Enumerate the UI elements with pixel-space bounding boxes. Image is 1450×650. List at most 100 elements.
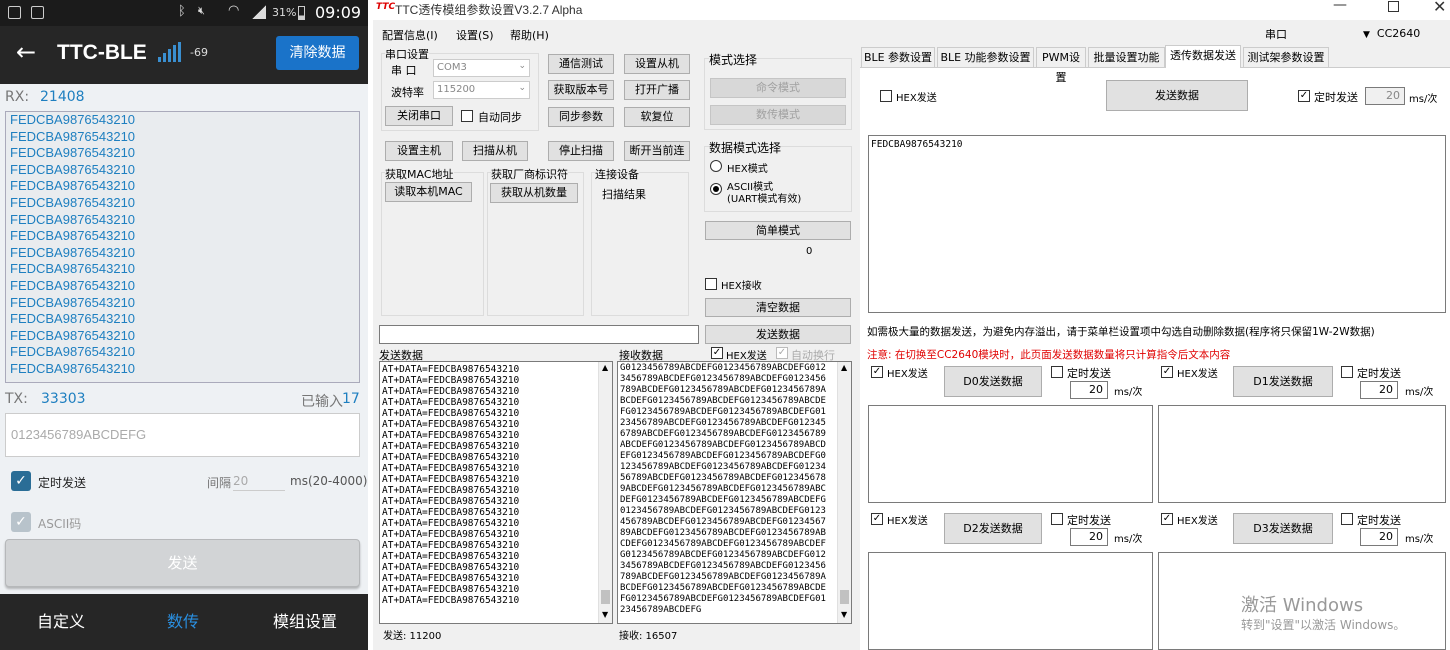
- send-log-line: AT+DATA=FEDCBA9876543210: [382, 375, 520, 386]
- d1-unit-label: ms/次: [1405, 387, 1434, 398]
- timed-send-checkbox[interactable]: ✓: [11, 471, 31, 491]
- ascii-mode-radio[interactable]: [710, 183, 722, 195]
- clear-data-button[interactable]: 清除数据: [276, 36, 359, 70]
- menu-help[interactable]: 帮助(H): [510, 27, 549, 43]
- minimize-icon[interactable]: —: [1333, 0, 1347, 13]
- tab-transparent-send[interactable]: 透传数据发送: [1165, 45, 1241, 68]
- set-master-button[interactable]: 设置主机: [385, 141, 453, 161]
- scroll-down-icon[interactable]: ▼: [602, 610, 608, 619]
- d0-data-box[interactable]: [868, 405, 1153, 503]
- rssi-value: -69: [190, 46, 208, 59]
- simple-mode-button[interactable]: 简单模式: [705, 221, 851, 240]
- baud-select[interactable]: 115200 ⌄: [433, 81, 530, 99]
- auto-wrap-checkbox[interactable]: ✓: [776, 347, 788, 359]
- d3-hex-checkbox[interactable]: ✓: [1161, 513, 1173, 525]
- d0-timed-checkbox[interactable]: [1051, 366, 1063, 378]
- d2-interval-input[interactable]: 20: [1070, 528, 1108, 546]
- tp-content-box[interactable]: FEDCBA9876543210: [868, 135, 1446, 313]
- d2-hex-checkbox[interactable]: ✓: [871, 513, 883, 525]
- command-mode-button[interactable]: 命令模式: [710, 78, 846, 98]
- tab-test-rig[interactable]: 测试架参数设置: [1243, 47, 1329, 67]
- read-mac-button[interactable]: 读取本机MAC: [385, 182, 472, 202]
- comm-test-button[interactable]: 通信测试: [548, 54, 614, 74]
- soft-reset-button[interactable]: 软复位: [624, 107, 690, 127]
- tab-ble-func-params[interactable]: BLE 功能参数设置: [937, 47, 1034, 67]
- maximize-icon[interactable]: [1388, 1, 1399, 12]
- app-logo-icon: TTC: [376, 2, 396, 12]
- d2-data-box[interactable]: [868, 552, 1153, 650]
- get-slave-count-button[interactable]: 获取从机数量: [490, 183, 578, 203]
- recv-hex-checkbox[interactable]: ✓: [711, 347, 723, 359]
- stop-scan-button[interactable]: 停止扫描: [548, 141, 614, 161]
- nav-data[interactable]: 数传: [122, 594, 244, 650]
- d1-timed-checkbox[interactable]: [1341, 366, 1353, 378]
- d0-interval-input[interactable]: 20: [1070, 381, 1108, 399]
- ascii-checkbox[interactable]: ✓: [11, 512, 31, 532]
- send-log-line: AT+DATA=FEDCBA9876543210: [382, 485, 520, 496]
- set-slave-button[interactable]: 设置从机: [624, 54, 690, 74]
- rx-data-area[interactable]: FEDCBA9876543210 FEDCBA9876543210 FEDCBA98…: [5, 111, 360, 383]
- recv-log-scrollbar[interactable]: ▲ ▼: [837, 362, 851, 623]
- send-log[interactable]: AT+DATA=FEDCBA9876543210 AT+DATA=FEDCBA98…: [379, 361, 613, 624]
- send-log-scrollbar[interactable]: ▲ ▼: [598, 362, 612, 623]
- scan-slave-button[interactable]: 扫描从机: [462, 141, 528, 161]
- recv-log-content: G0123456789ABCDEFG0123456789ABCDEFG012 34…: [618, 362, 851, 616]
- tab-ble-params[interactable]: BLE 参数设置: [861, 47, 935, 67]
- recv-log-line: EFG0123456789ABCDEFG0123456789ABCDEFG0: [620, 451, 826, 461]
- tab-batch[interactable]: 批量设置功能: [1088, 47, 1165, 67]
- recv-log-line: 0123456789ABCDEFG0123456789ABCDEFG0123: [620, 506, 826, 516]
- scroll-up-icon[interactable]: ▲: [841, 363, 847, 372]
- d1-send-button[interactable]: D1发送数据: [1233, 366, 1333, 397]
- close-icon[interactable]: ✕: [1433, 0, 1446, 16]
- tp-hex-checkbox[interactable]: [880, 90, 892, 102]
- recv-hex-label: HEX发送: [726, 351, 767, 362]
- open-broadcast-button[interactable]: 打开广播: [624, 80, 690, 100]
- close-port-button[interactable]: 关闭串口: [385, 106, 453, 126]
- nav-module-settings[interactable]: 模组设置: [244, 594, 366, 650]
- d0-hex-checkbox[interactable]: ✓: [871, 366, 883, 378]
- sync-params-button[interactable]: 同步参数: [548, 107, 614, 127]
- d2-timed-checkbox[interactable]: [1051, 513, 1063, 525]
- port-select[interactable]: COM3 ⌄: [433, 59, 530, 77]
- send-button[interactable]: 发送: [5, 539, 360, 587]
- autosync-checkbox[interactable]: [461, 110, 473, 122]
- sent-count: 发送: 11200: [383, 631, 442, 642]
- recv-log-line: DEFG0123456789ABCDEFG0123456789ABCDEFG: [620, 495, 826, 505]
- interval-input[interactable]: 20: [233, 474, 285, 491]
- d2-send-button[interactable]: D2发送数据: [944, 513, 1042, 544]
- tp-timed-label: 定时发送: [1314, 91, 1358, 104]
- tab-pwm[interactable]: PWM设置: [1036, 47, 1086, 84]
- d3-timed-checkbox[interactable]: [1341, 513, 1353, 525]
- hex-receive-checkbox[interactable]: [705, 278, 717, 290]
- bottom-nav: 自定义 数传 模组设置: [0, 594, 368, 650]
- tx-input[interactable]: 0123456789ABCDEFG: [5, 413, 360, 457]
- hex-mode-radio[interactable]: [710, 160, 722, 172]
- disconnect-button[interactable]: 断开当前连: [624, 141, 690, 161]
- tp-send-button[interactable]: 发送数据: [1106, 80, 1248, 111]
- tp-timed-checkbox[interactable]: ✓: [1298, 90, 1310, 102]
- send-log-line: AT+DATA=FEDCBA9876543210: [382, 364, 520, 375]
- d1-interval-input[interactable]: 20: [1360, 381, 1398, 399]
- scroll-up-icon[interactable]: ▲: [602, 363, 608, 372]
- chevron-down-icon: ⌄: [518, 83, 526, 93]
- data-mode-button[interactable]: 数传模式: [710, 105, 846, 125]
- d3-send-button[interactable]: D3发送数据: [1233, 513, 1333, 544]
- nav-custom[interactable]: 自定义: [0, 594, 122, 650]
- recv-log-line: G0123456789ABCDEFG0123456789ABCDEFG012: [620, 550, 826, 560]
- d1-hex-checkbox[interactable]: ✓: [1161, 366, 1173, 378]
- d3-interval-input[interactable]: 20: [1360, 528, 1398, 546]
- menu-config[interactable]: 配置信息(I): [382, 27, 438, 43]
- tp-interval-input[interactable]: 20: [1365, 87, 1405, 105]
- back-arrow-icon[interactable]: ←: [16, 38, 36, 66]
- device-select[interactable]: ▼ CC2640: [1363, 24, 1450, 44]
- menu-settings[interactable]: 设置(S): [456, 27, 494, 43]
- recv-log[interactable]: G0123456789ABCDEFG0123456789ABCDEFG012 34…: [617, 361, 852, 624]
- get-version-button[interactable]: 获取版本号: [548, 80, 614, 100]
- scroll-down-icon[interactable]: ▼: [841, 610, 847, 619]
- d1-data-box[interactable]: [1158, 405, 1446, 503]
- activation-watermark-sub: 转到"设置"以激活 Windows。: [1241, 618, 1406, 632]
- send-data-button[interactable]: 发送数据: [705, 325, 851, 344]
- send-input[interactable]: [379, 325, 699, 344]
- clear-data-button[interactable]: 清空数据: [705, 298, 851, 317]
- d0-send-button[interactable]: D0发送数据: [944, 366, 1042, 397]
